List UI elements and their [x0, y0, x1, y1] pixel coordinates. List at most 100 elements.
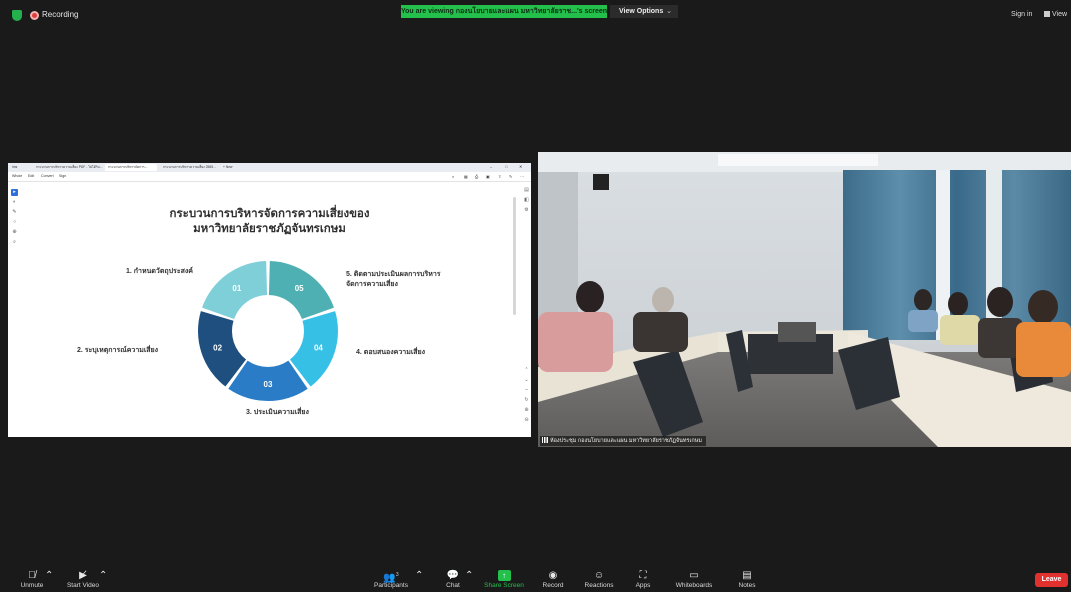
- step-3-label: 3. ประเมินความเสี่ยง: [246, 409, 309, 416]
- menu-convert[interactable]: Convert: [41, 174, 54, 178]
- video-options-caret[interactable]: ⌃: [99, 569, 107, 582]
- share-screen-label: Share Screen: [484, 582, 524, 589]
- chat-icon: 💬: [446, 570, 460, 581]
- reactions-label: Reactions: [584, 582, 614, 589]
- caret-up-icon: ⌃: [415, 570, 424, 581]
- reactions-icon: ☺: [593, 570, 605, 581]
- chat-label: Chat: [446, 582, 460, 589]
- bookmark-icon[interactable]: ◧: [522, 195, 531, 205]
- menu-edit[interactable]: Edit: [28, 174, 34, 178]
- notes-button[interactable]: ▤ Notes: [735, 569, 759, 589]
- chat-options-caret[interactable]: ⌃: [465, 569, 473, 582]
- view-options-button[interactable]: View Options ⌄: [610, 5, 678, 18]
- menu-whole[interactable]: Whole: [12, 174, 22, 178]
- menu-sign[interactable]: Sign: [59, 174, 66, 178]
- rotate-icon[interactable]: ↻: [522, 395, 531, 405]
- settings-icon[interactable]: ⚙: [522, 205, 531, 215]
- more-icon[interactable]: ⋯: [520, 174, 524, 179]
- whiteboards-button[interactable]: ▭ Whiteboards: [672, 569, 716, 589]
- participant-video[interactable]: ห้องประชุม กองนโยบายและแผน มหาวิทยาลัยรา…: [538, 152, 1071, 447]
- browser-tab[interactable]: กระบวนการบริหารความเสี่ยง PDF - ไม่ได้รั…: [33, 164, 103, 171]
- page-scrollbar[interactable]: [513, 197, 516, 315]
- share-icon[interactable]: ⇪: [498, 174, 501, 179]
- view-icon: [1044, 11, 1050, 17]
- record-label: Record: [542, 582, 564, 589]
- pdf-right-toolbar: ▤ ◧ ⚙ ⌃ ⌄ – ↻ ⊕ ⊖: [522, 185, 531, 437]
- participants-button[interactable]: 👥3 Participants: [370, 569, 412, 589]
- select-tool-icon[interactable]: ▸: [11, 189, 18, 196]
- unmute-label: Unmute: [20, 582, 44, 589]
- search-tool-icon[interactable]: ⌕: [11, 239, 18, 246]
- page-up-icon[interactable]: ⌃: [522, 365, 531, 375]
- step-5-line2: จัดการความเสี่ยง: [346, 281, 398, 288]
- thumbnail-icon[interactable]: ▤: [522, 185, 531, 195]
- notes-icon: ▤: [742, 570, 752, 581]
- cycle-label-04: 04: [314, 343, 323, 352]
- pdf-menu-bar: Whole Edit Convert Sign ⌕ ▦ ⎙ ▣ ⇪ ✎ ⋯: [8, 172, 531, 182]
- chevron-down-icon: ⌄: [666, 8, 672, 15]
- participant-name-label: ห้องประชุม กองนโยบายและแผน มหาวิทยาลัยรา…: [540, 436, 706, 446]
- fit-page-icon[interactable]: –: [522, 385, 531, 395]
- view-button[interactable]: View: [1044, 11, 1067, 18]
- sign-in-button[interactable]: Sign in: [1011, 11, 1032, 18]
- save-icon[interactable]: ▣: [486, 174, 490, 179]
- zoom-out-icon[interactable]: ⊖: [522, 415, 531, 425]
- browser-tab-strip: Ims กระบวนการบริหารความเสี่ยง PDF - ไม่ไ…: [8, 163, 531, 172]
- microphone-muted-icon: 🎙̸: [28, 570, 36, 581]
- browser-tab[interactable]: Ims: [9, 164, 31, 171]
- participant-name: ห้องประชุม กองนโยบายและแผน มหาวิทยาลัยรา…: [550, 438, 702, 444]
- new-tab-button[interactable]: + New: [220, 164, 242, 171]
- cycle-label-01: 01: [232, 284, 241, 293]
- unmute-button[interactable]: 🎙̸ Unmute: [17, 569, 47, 589]
- search-icon[interactable]: ⌕: [452, 174, 454, 179]
- shared-screen: Ims กระบวนการบริหารความเสี่ยง PDF - ไม่ไ…: [8, 163, 531, 437]
- top-bar: Recording You are viewing กองนโยบายและแผ…: [0, 0, 1071, 30]
- zoom-in-icon[interactable]: ⊕: [522, 405, 531, 415]
- signal-bars-icon: [542, 437, 548, 443]
- slide-title-line2: มหาวิทยาลัยราชภัฏจันทรเกษม: [193, 223, 346, 235]
- apps-label: Apps: [635, 582, 651, 589]
- recording-label: Recording: [42, 10, 79, 19]
- cycle-label-05: 05: [295, 284, 304, 293]
- page-down-icon[interactable]: ⌄: [522, 375, 531, 385]
- reactions-button[interactable]: ☺ Reactions: [582, 569, 616, 589]
- maximize-icon[interactable]: □: [505, 164, 507, 169]
- record-icon: ◉: [548, 570, 558, 581]
- step-4-label: 4. ตอบสนองความเสี่ยง: [356, 349, 425, 356]
- print-icon[interactable]: ⎙: [475, 174, 478, 179]
- close-icon[interactable]: ✕: [519, 164, 522, 169]
- whiteboards-label: Whiteboards: [675, 582, 713, 589]
- viewing-screen-banner: You are viewing กองนโยบายและแผน มหาวิทยา…: [401, 5, 607, 18]
- browser-tab-active[interactable]: กระบวนการบริหารจัดการ...: [105, 164, 157, 171]
- cycle-label-02: 02: [213, 343, 222, 352]
- step-2-label: 2. ระบุเหตุการณ์ความเสี่ยง: [77, 347, 159, 354]
- audio-options-caret[interactable]: ⌃: [45, 569, 53, 582]
- participants-label: Participants: [374, 582, 408, 589]
- meeting-toolbar: 🎙̸ Unmute ⌃ ▶̸ Start Video ⌃ 👥3 Particip…: [0, 566, 1071, 592]
- caret-up-icon: ⌃: [465, 570, 474, 581]
- record-button[interactable]: ◉ Record: [540, 569, 566, 589]
- view-label: View: [1052, 11, 1068, 18]
- security-shield-icon[interactable]: [12, 10, 22, 21]
- start-video-label: Start Video: [66, 582, 100, 589]
- share-screen-icon: ↑: [497, 570, 511, 581]
- apps-button[interactable]: ⛶ Apps: [632, 569, 654, 589]
- chat-button[interactable]: 💬 Chat: [441, 569, 465, 589]
- start-video-button[interactable]: ▶̸ Start Video: [63, 569, 103, 589]
- step-5-label: 5. ติดตามประเมินผลการบริหาร จัดการความเส…: [346, 270, 441, 290]
- meeting-room-video-frame: [538, 152, 1071, 447]
- grid-icon[interactable]: ▦: [464, 174, 468, 179]
- step-5-line1: 5. ติดตามประเมินผลการบริหาร: [346, 271, 441, 278]
- video-off-icon: ▶̸: [79, 570, 87, 581]
- share-screen-button[interactable]: ↑ Share Screen: [483, 569, 525, 589]
- pen-icon[interactable]: ✎: [509, 174, 512, 179]
- recording-icon: [30, 11, 39, 20]
- caret-up-icon: ⌃: [99, 570, 108, 581]
- step-1-label: 1. กำหนดวัตถุประสงค์: [126, 268, 193, 275]
- minimize-icon[interactable]: –: [490, 164, 492, 169]
- participants-icon: 👥3: [383, 572, 399, 584]
- participants-options-caret[interactable]: ⌃: [415, 569, 423, 582]
- leave-button[interactable]: Leave: [1035, 573, 1068, 587]
- zoom-meeting-window: Recording You are viewing กองนโยบายและแผ…: [0, 0, 1071, 592]
- browser-tab[interactable]: กระบวนการบริหารความเสี่ยง 2565...: [160, 164, 218, 171]
